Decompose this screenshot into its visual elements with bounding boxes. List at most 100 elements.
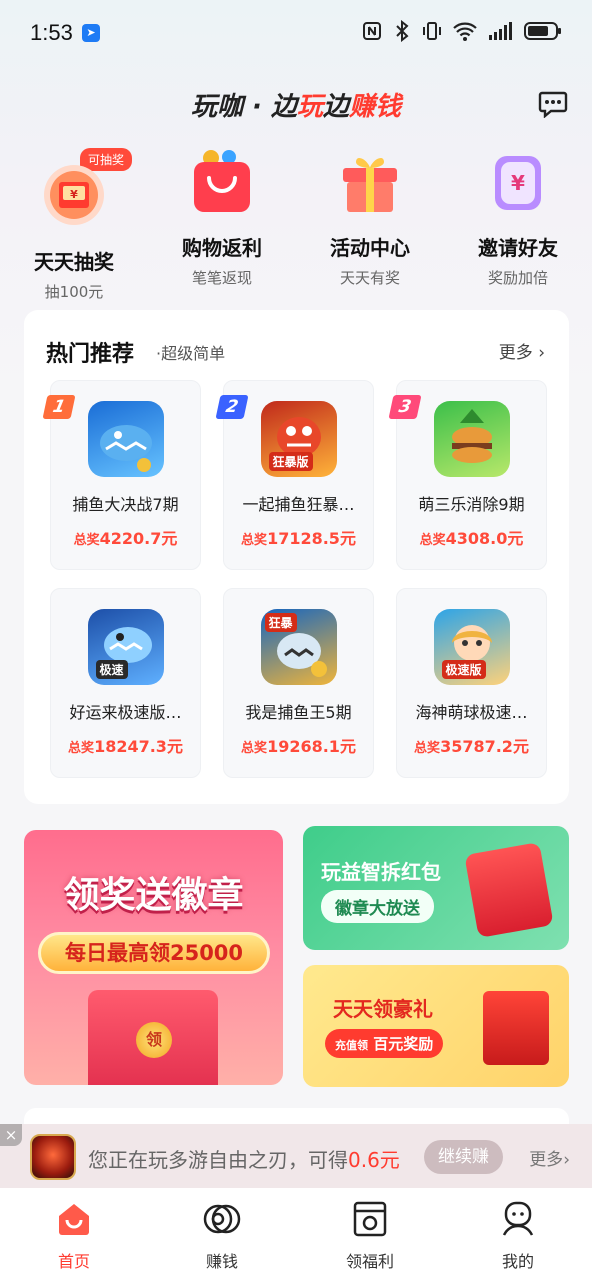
coin-icon: 领 xyxy=(136,1022,172,1058)
quick-entry-invite[interactable]: ¥ 邀请好友 奖励加倍 xyxy=(444,148,592,298)
prize-label: 总奖 xyxy=(419,533,446,548)
quick-entry-activity[interactable]: 活动中心 天天有奖 xyxy=(296,148,444,298)
girl-game-icon: 极速版 xyxy=(433,609,510,685)
prize-label: 总奖 xyxy=(241,741,268,756)
more-label: 更多 xyxy=(529,1150,564,1170)
logo-text-1: 玩咖 · 边 xyxy=(190,92,297,122)
game-name: 好运来极速版… xyxy=(69,703,182,722)
burger-game-icon xyxy=(433,401,510,477)
quick-entry-title: 邀请好友 xyxy=(478,236,558,260)
hot-title: 热门推荐 xyxy=(46,342,135,367)
banner-title: 天天领豪礼 xyxy=(333,997,433,1021)
invite-icon: ¥ xyxy=(495,156,541,210)
battery-icon xyxy=(524,22,561,40)
banner-pill: 每日最高领25000 xyxy=(38,932,270,974)
continue-earn-button[interactable]: 继续赚 xyxy=(424,1140,503,1174)
rank-badge: 1 xyxy=(42,395,76,419)
game-name: 一起捕鱼狂暴… xyxy=(242,495,355,514)
chevron-right-icon: › xyxy=(563,1150,570,1170)
hot-more-link[interactable]: 更多 › xyxy=(499,338,545,363)
logo-text-2: 玩 xyxy=(296,92,323,122)
status-icons xyxy=(362,20,562,42)
quick-entry-title: 购物返利 xyxy=(182,236,262,260)
app-notification-icon: ➤ xyxy=(82,24,100,42)
red-packet-banner[interactable]: 玩益智拆红包 徽章大放送 xyxy=(303,826,569,950)
tab-benefit[interactable]: 领福利 xyxy=(296,1188,444,1278)
tab-label: 首页 xyxy=(57,1252,90,1271)
rank-badge: 2 xyxy=(215,395,249,419)
shopping-bag-icon xyxy=(194,150,250,212)
red-envelope-icon xyxy=(464,842,554,938)
pill-big-text: 百元奖励 xyxy=(373,1035,434,1053)
game-card[interactable]: 极速 好运来极速版… 总奖18247.3元 xyxy=(50,588,201,778)
game-icon-tag: 极速 xyxy=(95,660,128,679)
now-playing-prefix: 您正在玩多游自由之刃，可得 xyxy=(88,1148,348,1172)
app-logo: 玩咖 · 边玩边赚钱 xyxy=(0,86,592,123)
prize-value: 4308.0元 xyxy=(445,529,524,548)
close-icon[interactable]: × xyxy=(0,1124,22,1146)
signal-icon xyxy=(489,22,512,40)
game-name: 我是捕鱼王5期 xyxy=(245,703,352,722)
game-prize: 总奖17128.5元 xyxy=(224,525,373,549)
game-icon-tag: 狂暴版 xyxy=(268,452,313,471)
pill-small-text: 充值领 xyxy=(335,1039,368,1052)
bottom-tab-bar: 首页 赚钱 领福利 我的 xyxy=(0,1188,592,1278)
nfc-icon xyxy=(363,22,381,40)
game-card[interactable]: 极速版 海神萌球极速… 总奖35787.2元 xyxy=(396,588,547,778)
tab-earn[interactable]: 赚钱 xyxy=(148,1188,296,1278)
daily-gift-banner[interactable]: 天天领豪礼 充值领 百元奖励 xyxy=(303,965,569,1087)
game-prize: 总奖35787.2元 xyxy=(397,733,546,757)
hot-subtitle: ·超级简单 xyxy=(156,344,226,363)
banner-pill: 充值领 百元奖励 xyxy=(325,1029,444,1058)
game-grid: 1 捕鱼大决战7期 总奖4220.7元 2 狂暴版 一起捕鱼狂暴… 总奖1712… xyxy=(42,380,550,778)
message-icon[interactable] xyxy=(538,90,568,118)
vibrate-icon xyxy=(423,22,441,40)
benefit-icon xyxy=(353,1201,387,1237)
game-name: 海神萌球极速… xyxy=(415,703,528,722)
quick-entry-lottery[interactable]: 可抽奖 ¥ 天天抽奖 抽100元 xyxy=(0,148,148,301)
game-card[interactable]: 3 萌三乐消除9期 总奖4308.0元 xyxy=(388,380,547,570)
gift-box-icon xyxy=(483,991,549,1065)
game-prize: 总奖18247.3元 xyxy=(51,733,200,757)
profile-icon xyxy=(502,1201,534,1236)
banner-title: 玩益智拆红包 xyxy=(321,860,441,884)
quick-entry-subtitle: 天天有奖 xyxy=(339,269,400,287)
game-card[interactable]: 2 狂暴版 一起捕鱼狂暴… 总奖17128.5元 xyxy=(215,380,374,570)
game-name: 捕鱼大决战7期 xyxy=(72,495,179,514)
hot-recommend-card: 热门推荐 ·超级简单 更多 › 1 捕鱼大决战7期 总奖4220.7元 2 狂暴… xyxy=(24,310,569,804)
prize-label: 总奖 xyxy=(241,533,268,548)
logo-text-4: 赚钱 xyxy=(349,92,402,122)
svg-text:¥: ¥ xyxy=(511,171,525,195)
bluetooth-icon xyxy=(396,20,409,42)
prize-value: 19268.1元 xyxy=(267,737,356,756)
game-card[interactable]: 狂暴 我是捕鱼王5期 总奖19268.1元 xyxy=(223,588,374,778)
coin-stack-icon xyxy=(203,1204,241,1234)
quick-entry-shopping[interactable]: 购物返利 笔笔返现 xyxy=(148,148,296,298)
tab-home[interactable]: 首页 xyxy=(0,1188,148,1278)
now-playing-more-link[interactable]: 更多› xyxy=(529,1145,570,1170)
prize-value: 35787.2元 xyxy=(440,737,529,756)
game-avatar[interactable] xyxy=(30,1134,76,1180)
shark-king-game-icon: 狂暴 xyxy=(260,609,337,685)
lottery-icon: ¥ xyxy=(44,165,104,225)
svg-text:¥: ¥ xyxy=(70,188,78,201)
game-prize: 总奖4220.7元 xyxy=(51,525,200,549)
badge-reward-banner[interactable]: 领奖送徽章 每日最高领25000 领 xyxy=(24,830,283,1085)
prize-value: 18247.3元 xyxy=(94,737,183,756)
chevron-right-icon: › xyxy=(538,343,545,363)
game-prize: 总奖4308.0元 xyxy=(397,525,546,549)
game-icon-tag: 狂暴 xyxy=(264,613,297,632)
game-card[interactable]: 1 捕鱼大决战7期 总奖4220.7元 xyxy=(42,380,201,570)
now-playing-text: 您正在玩多游自由之刃，可得0.6元 xyxy=(88,1144,400,1173)
prize-label: 总奖 xyxy=(68,741,95,756)
shark-game-icon: 极速 xyxy=(87,609,164,685)
banner-pill: 徽章大放送 xyxy=(321,890,434,923)
tab-label: 我的 xyxy=(501,1252,534,1271)
tab-profile[interactable]: 我的 xyxy=(444,1188,592,1278)
status-bar: 1:53 ➤ xyxy=(0,0,592,68)
quick-entry-subtitle: 笔笔返现 xyxy=(191,269,252,287)
logo-text-3: 边 xyxy=(322,92,349,122)
status-time: 1:53 xyxy=(30,20,73,45)
dragon-game-icon: 狂暴版 xyxy=(260,401,337,477)
app-header: 玩咖 · 边玩边赚钱 xyxy=(0,80,592,130)
